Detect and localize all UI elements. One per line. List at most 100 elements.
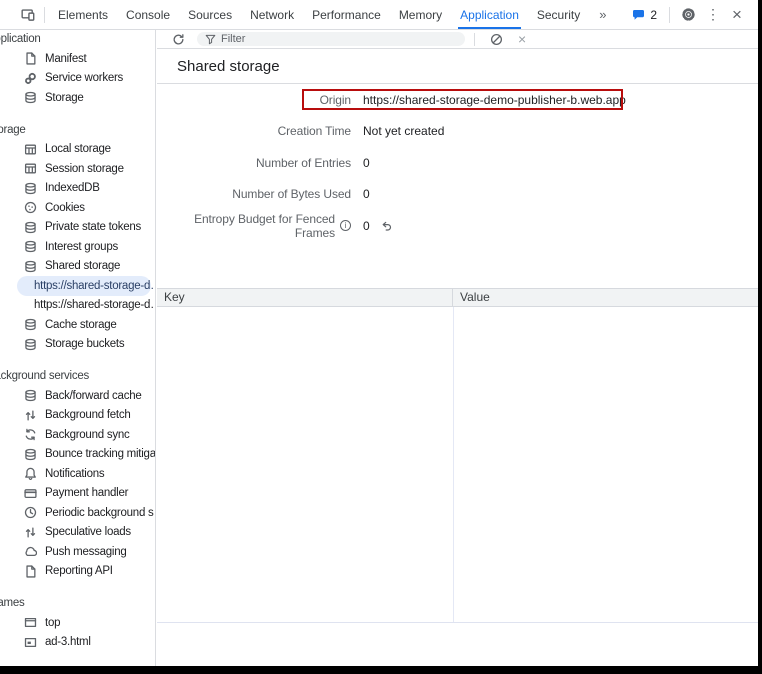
sidebar-item-background-sync[interactable]: Background sync [0,425,155,445]
sidebar-section-background-services: Background servicesBack/forward cacheBac… [0,367,155,581]
metadata-row-origin: Origin https://shared-storage-demo-publis… [157,84,758,116]
clear-all-button[interactable] [484,30,508,51]
sidebar-item-cache-storage[interactable]: Cache storage [0,315,155,335]
sidebar-item-service-workers[interactable]: Service workers [0,69,155,89]
cloud-icon [24,545,38,558]
sidebar-item-back-forward-cache[interactable]: Back/forward cache [0,386,155,406]
tab-performance[interactable]: Performance [303,0,390,29]
tab-sources[interactable]: Sources [179,0,241,29]
metadata-label-text: Number of Bytes Used [232,187,351,201]
sidebar-item-label: top [45,617,60,629]
table-body [157,307,758,623]
sidebar-item-label: Periodic background s… [45,507,156,519]
console-message-count: 2 [650,8,657,22]
sidebar-item-interest-groups[interactable]: Interest groups [0,237,155,257]
tab-network[interactable]: Network [241,0,303,29]
more-options-button[interactable]: ⋮ [702,4,724,26]
tab-memory[interactable]: Memory [390,0,451,29]
column-divider [453,307,454,622]
sidebar-item-push-messaging[interactable]: Push messaging [0,542,155,562]
sidebar-item-label: Interest groups [45,241,118,253]
sidebar-item-notifications[interactable]: Notifications [0,464,155,484]
sidebar-section-storage: StorageLocal storageSession storageIndex… [0,121,155,355]
cookie-icon [24,201,38,214]
sidebar-item-ad-3-html[interactable]: ad-3.html [0,633,155,653]
database-icon [24,389,38,402]
sidebar-item-private-state-tokens[interactable]: Private state tokens [0,218,155,238]
metadata-row-number-of-entries: Number of Entries0 [157,147,758,179]
table-icon [24,162,38,175]
more-tabs-button[interactable]: » [589,7,616,22]
settings-button[interactable] [676,3,700,27]
sidebar-item-label: Cache storage [45,319,117,331]
sidebar-item-label: Cookies [45,202,85,214]
console-messages-badge[interactable]: 2 [626,8,663,22]
close-devtools-button[interactable]: × [726,4,748,26]
database-icon [24,182,38,195]
window-edge-right [758,0,762,674]
metadata-label: Entropy Budget for Fenced Framesi [157,212,351,240]
arrows-up-down-icon [24,409,38,422]
sidebar-item-https-shared-storage-d-8[interactable]: https://shared-storage-d… [0,296,155,316]
panel-tabs: ElementsConsoleSourcesNetworkPerformance… [49,0,589,29]
sidebar-item-label: https://shared-storage-d… [34,280,156,292]
metadata-row-entropy-budget-for-fenced-frames: Entropy Budget for Fenced Framesi0 [157,210,758,242]
toggle-device-toolbar-button[interactable] [16,3,40,27]
clear-filter-button[interactable]: × [518,31,526,47]
column-header-key[interactable]: Key [157,289,453,306]
sidebar-item-storage-buckets[interactable]: Storage buckets [0,335,155,355]
database-icon [24,448,38,461]
refresh-button[interactable] [166,30,190,51]
sidebar-item-label: IndexedDB [45,182,100,194]
metadata-label: Origin [157,93,351,107]
info-icon[interactable]: i [340,220,351,231]
sidebar-item-background-fetch[interactable]: Background fetch [0,406,155,426]
sidebar-item-session-storage[interactable]: Session storage [0,159,155,179]
tab-security[interactable]: Security [528,0,589,29]
database-icon [24,338,38,351]
sidebar-item-storage[interactable]: Storage [0,88,155,108]
sidebar-item-reporting-api[interactable]: Reporting API [0,562,155,582]
sidebar-item-payment-handler[interactable]: Payment handler [0,484,155,504]
sidebar-item-manifest[interactable]: Manifest [0,49,155,69]
file-icon [24,565,38,578]
sidebar-item-indexeddb[interactable]: IndexedDB [0,179,155,199]
sidebar-item-label: Notifications [45,468,104,480]
sidebar-section-frames: Frames top ad-3.html [0,594,155,652]
refresh-icon [172,33,185,46]
sidebar-item-label: Payment handler [45,487,128,499]
sidebar-item-bounce-tracking-mitiga[interactable]: Bounce tracking mitiga… [0,445,155,465]
sidebar-item-speculative-loads[interactable]: Speculative loads [0,523,155,543]
tab-application[interactable]: Application [451,0,528,29]
window-edge-bottom [0,666,762,674]
sidebar-section-heading: Frames [0,594,155,613]
sidebar-item-cookies[interactable]: Cookies [0,198,155,218]
tabbar-actions: 2 ⋮ × [626,3,758,27]
sidebar-item-label: Private state tokens [45,221,141,233]
sidebar-item-shared-storage[interactable]: Shared storage [0,257,155,277]
metadata-view: Origin https://shared-storage-demo-publis… [157,84,758,242]
settings-gear-icon [681,7,696,22]
metadata-value: https://shared-storage-demo-publisher-b.… [363,93,626,107]
sidebar-item-label: Push messaging [45,546,127,558]
clock-icon [24,506,38,519]
filter-input[interactable] [221,33,457,45]
shared-storage-items-table: KeyValue [157,288,758,623]
shared-storage-panel: × Shared storage Origin https://shared-st… [157,30,758,666]
sidebar-item-local-storage[interactable]: Local storage [0,140,155,160]
database-icon [24,91,38,104]
sidebar-item-periodic-background-s[interactable]: Periodic background s… [0,503,155,523]
tab-elements[interactable]: Elements [49,0,117,29]
table-icon [24,143,38,156]
sidebar-item-label: Reporting API [45,565,113,577]
tab-console[interactable]: Console [117,0,179,29]
panel-title-block: Shared storage [157,49,758,84]
database-icon [24,260,38,273]
column-header-value[interactable]: Value [453,289,758,306]
reset-budget-button[interactable] [381,220,393,232]
filter-box [197,32,465,46]
sidebar-item-https-shared-storage-d-7[interactable]: https://shared-storage-d… [17,276,151,296]
sidebar-item-top[interactable]: top [0,613,155,633]
metadata-label-text: Origin [320,93,351,107]
sidebar-item-label: Background fetch [45,409,131,421]
